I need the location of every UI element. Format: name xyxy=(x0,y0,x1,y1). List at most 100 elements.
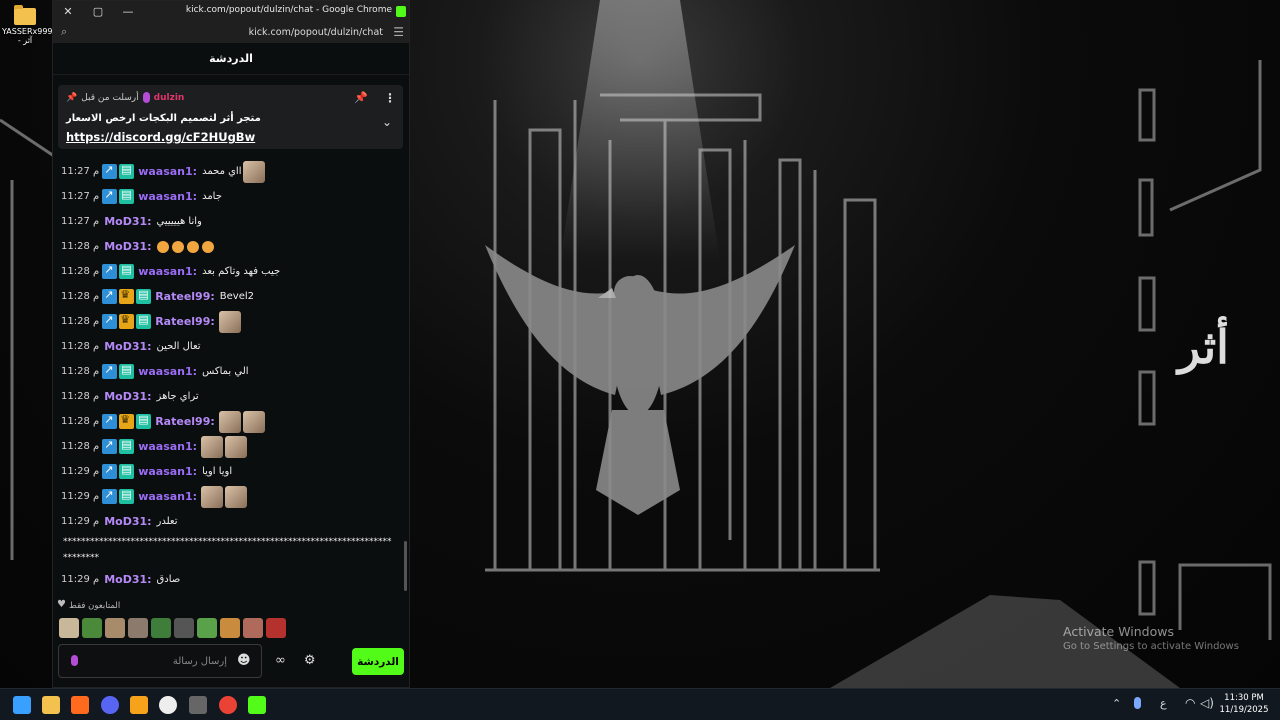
subscriber-badge-icon[interactable] xyxy=(119,438,135,454)
message-input[interactable] xyxy=(87,653,227,669)
subscriber-badge-icon[interactable] xyxy=(119,363,135,379)
moderator-badge-icon[interactable] xyxy=(102,463,118,479)
emote-button[interactable] xyxy=(197,618,217,638)
minimize-window-button[interactable]: — xyxy=(113,1,143,22)
moderator-badge-icon[interactable] xyxy=(102,438,118,454)
chevron-down-icon[interactable]: ⌄ xyxy=(382,115,392,129)
chat-header-title: الدردشة xyxy=(53,43,409,75)
wifi-icon[interactable]: ◠ xyxy=(1185,696,1195,710)
restore-window-button[interactable]: ▢ xyxy=(83,1,113,22)
message-username[interactable]: waasan1: xyxy=(138,440,197,453)
pinned-message[interactable]: 📌 ⋮ 📌 أرسلت من قبل dulzin متجر أثر لتصمي… xyxy=(58,85,403,149)
message-time: 11:29 م xyxy=(61,574,100,585)
emote-button[interactable] xyxy=(243,618,263,638)
heart-icon: ♥ xyxy=(57,599,66,610)
file-explorer-icon[interactable] xyxy=(42,696,60,714)
crown-badge-icon[interactable] xyxy=(119,313,135,329)
emote-button[interactable] xyxy=(128,618,148,638)
emote-image[interactable] xyxy=(225,485,248,508)
volume-icon[interactable]: ◁) xyxy=(1200,696,1214,710)
discord-icon[interactable] xyxy=(101,696,119,714)
taskbar-clock[interactable]: 11:30 PM 11/19/2025 xyxy=(1215,692,1273,716)
subscriber-badge-icon[interactable] xyxy=(119,163,135,179)
message-text: Bevel2 xyxy=(219,291,254,302)
close-window-button[interactable]: ✕ xyxy=(53,1,83,22)
url-text[interactable]: kick.com/popout/dulzin/chat xyxy=(249,27,383,38)
emote-button[interactable] xyxy=(220,618,240,638)
chrome-icon[interactable] xyxy=(219,696,237,714)
message-username[interactable]: waasan1: xyxy=(138,465,197,478)
emote-image[interactable] xyxy=(218,310,241,333)
subscriber-badge-icon[interactable] xyxy=(119,263,135,279)
subscriber-badge-icon[interactable] xyxy=(136,413,152,429)
moderator-badge-icon[interactable] xyxy=(102,413,118,429)
moderator-badge-icon[interactable] xyxy=(102,313,118,329)
subscriber-badge-icon[interactable] xyxy=(136,288,152,304)
site-info-icon[interactable]: ⌕ xyxy=(61,25,67,39)
settings-gear-icon[interactable]: ⚙ xyxy=(304,653,316,668)
tune-icon[interactable]: ☰ xyxy=(393,25,404,39)
subscriber-badge-icon[interactable] xyxy=(119,463,135,479)
emote-image[interactable] xyxy=(201,485,224,508)
message-time: 11:27 م xyxy=(61,191,100,202)
message-username[interactable]: waasan1: xyxy=(138,190,197,203)
moderator-badge-icon[interactable] xyxy=(102,263,118,279)
app-icon[interactable] xyxy=(71,696,89,714)
obs-icon[interactable] xyxy=(159,696,177,714)
moderator-badge-icon[interactable] xyxy=(102,363,118,379)
mic-icon[interactable] xyxy=(71,655,78,666)
message-username[interactable]: waasan1: xyxy=(138,165,197,178)
message-username[interactable]: MoD31: xyxy=(104,573,151,586)
message-username[interactable]: waasan1: xyxy=(138,365,197,378)
moderator-badge-icon[interactable] xyxy=(102,288,118,304)
crown-badge-icon[interactable] xyxy=(119,288,135,304)
emote-button[interactable] xyxy=(151,618,171,638)
crown-badge-icon[interactable] xyxy=(119,413,135,429)
message-username[interactable]: Rateel99: xyxy=(155,415,215,428)
message-input-box[interactable]: ☻ xyxy=(58,644,262,678)
subscriber-badge-icon[interactable] xyxy=(136,313,152,329)
pin-icon[interactable]: 📌 xyxy=(354,91,368,104)
emote-button[interactable] xyxy=(105,618,125,638)
chevron-up-icon[interactable]: ⌃ xyxy=(1112,697,1121,710)
message-username[interactable]: waasan1: xyxy=(138,490,197,503)
infinity-icon[interactable]: ∞ xyxy=(275,653,286,668)
emote-image[interactable] xyxy=(242,410,265,433)
subscriber-badge-icon[interactable] xyxy=(119,188,135,204)
chat-scrollbar[interactable] xyxy=(404,541,407,591)
emote-image[interactable] xyxy=(201,435,224,458)
chat-message: 11:28 م MoD31: xyxy=(61,234,399,259)
message-username[interactable]: waasan1: xyxy=(138,265,197,278)
send-chat-button[interactable]: الدردشة xyxy=(352,648,404,675)
emote-button[interactable] xyxy=(266,618,286,638)
emote-button[interactable] xyxy=(59,618,79,638)
emoji-picker-icon[interactable]: ☻ xyxy=(237,653,251,668)
kick-icon[interactable] xyxy=(248,696,266,714)
app-icon[interactable] xyxy=(189,696,207,714)
desktop-folder-icon[interactable]: YASSERx999 - آثر xyxy=(2,4,53,45)
message-username[interactable]: Rateel99: xyxy=(155,315,215,328)
pinned-link[interactable]: https://discord.gg/cF2HUgBw xyxy=(66,130,255,144)
language-indicator[interactable]: ع xyxy=(1160,697,1167,710)
more-options-icon[interactable]: ⋮ xyxy=(384,91,396,105)
start-menu-icon[interactable] xyxy=(13,696,31,714)
message-username[interactable]: MoD31: xyxy=(104,215,151,228)
message-username[interactable]: MoD31: xyxy=(104,340,151,353)
message-username[interactable]: Rateel99: xyxy=(155,290,215,303)
subscriber-badge-icon[interactable] xyxy=(119,488,135,504)
message-username[interactable]: MoD31: xyxy=(104,515,151,528)
moderator-badge-icon[interactable] xyxy=(102,163,118,179)
moderator-badge-icon[interactable] xyxy=(102,488,118,504)
emote-image[interactable] xyxy=(218,410,241,433)
message-username[interactable]: MoD31: xyxy=(104,390,151,403)
moderator-badge-icon[interactable] xyxy=(102,188,118,204)
emote-image[interactable] xyxy=(225,435,248,458)
emote-button[interactable] xyxy=(174,618,194,638)
emote-image[interactable] xyxy=(243,160,266,183)
message-username[interactable]: MoD31: xyxy=(104,240,151,253)
microphone-icon[interactable] xyxy=(1134,697,1141,709)
pinned-author[interactable]: dulzin xyxy=(154,93,185,103)
app-icon[interactable] xyxy=(130,696,148,714)
address-bar[interactable]: ⌕ kick.com/popout/dulzin/chat ☰ xyxy=(53,22,409,43)
emote-button[interactable] xyxy=(82,618,102,638)
